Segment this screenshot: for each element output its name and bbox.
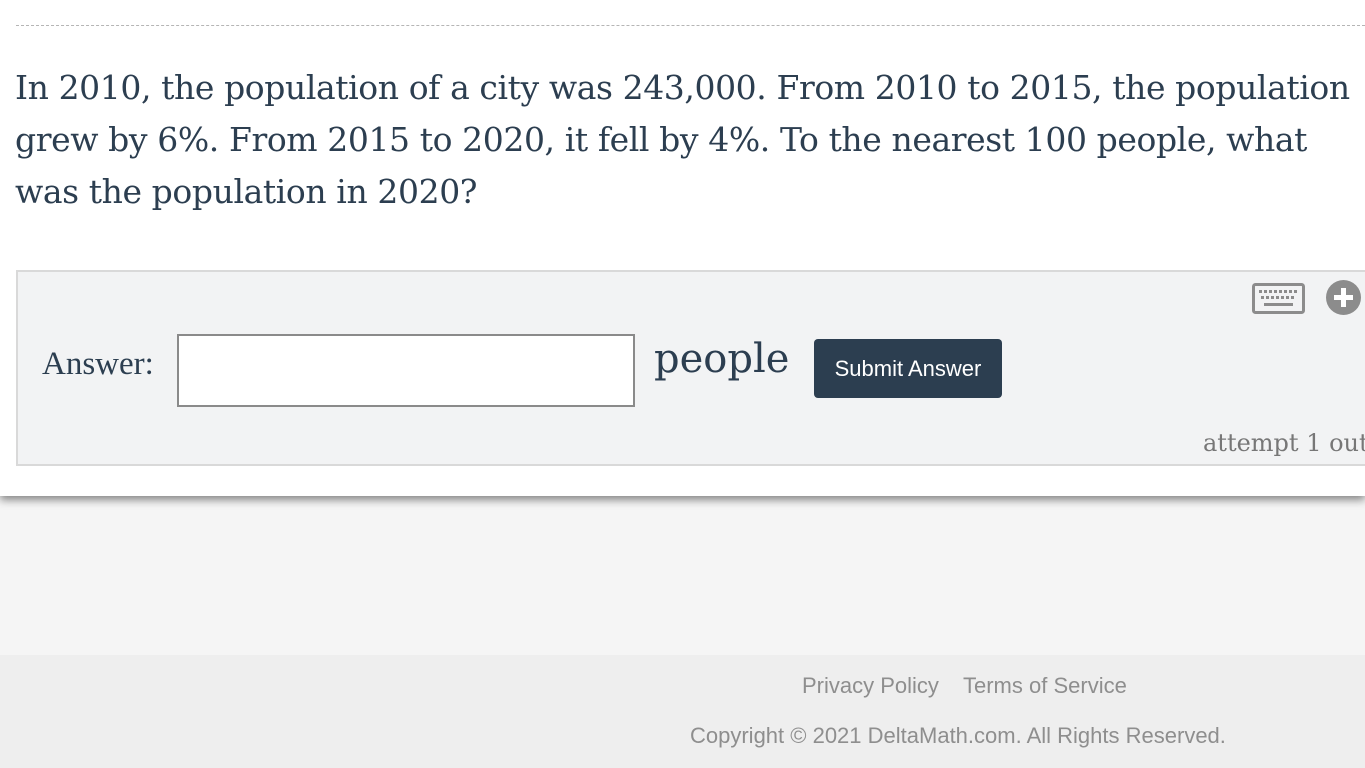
privacy-policy-link[interactable]: Privacy Policy (802, 673, 939, 699)
submit-answer-button[interactable]: Submit Answer (814, 339, 1002, 398)
copyright-text: Copyright © 2021 DeltaMath.com. All Righ… (690, 723, 1226, 748)
attempt-counter: attempt 1 out o (1203, 429, 1365, 457)
terms-of-service-link[interactable]: Terms of Service (963, 673, 1127, 699)
dashed-divider (16, 25, 1365, 26)
plus-circle-icon[interactable] (1325, 279, 1365, 316)
footer (0, 655, 1365, 768)
question-text: In 2010, the population of a city was 24… (15, 68, 1350, 211)
keyboard-icon[interactable] (1252, 283, 1305, 314)
answer-label: Answer: (42, 346, 154, 382)
answer-input[interactable] (177, 334, 635, 407)
problem-card: In 2010, the population of a city was 24… (0, 0, 1365, 496)
units-label: people (654, 336, 790, 382)
